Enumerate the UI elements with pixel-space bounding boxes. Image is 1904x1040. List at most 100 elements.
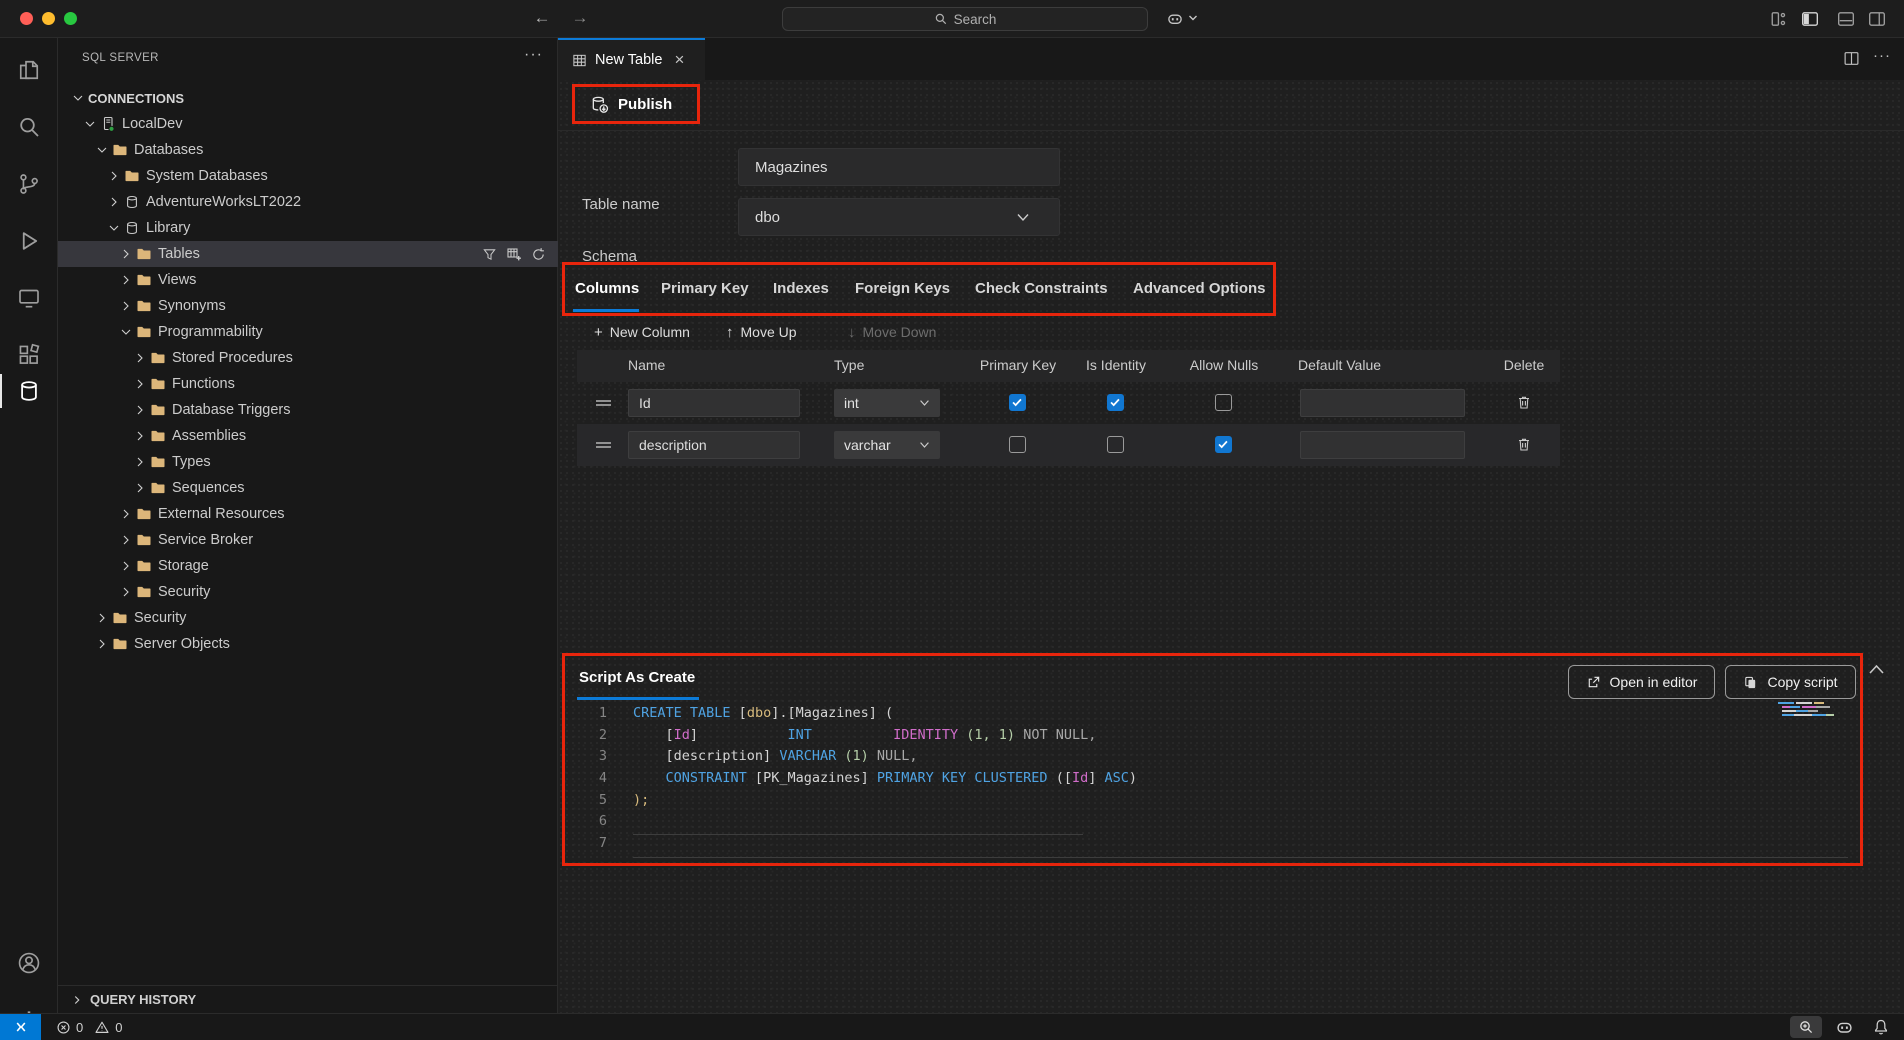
- tab-check-constraints[interactable]: Check Constraints: [975, 280, 1108, 297]
- zoom-status-button[interactable]: [1790, 1016, 1822, 1038]
- chevron-right-icon[interactable]: [104, 168, 124, 184]
- tree-item-external-resources[interactable]: External Resources: [58, 501, 558, 527]
- problems-status[interactable]: 0 0: [56, 1014, 122, 1040]
- tree-item-tables[interactable]: Tables: [58, 241, 558, 267]
- toggle-secondary-sidebar-icon[interactable]: [1868, 10, 1886, 28]
- run-debug-icon[interactable]: [17, 229, 41, 253]
- tree-item-library[interactable]: Library: [58, 215, 558, 241]
- notifications-bell-icon[interactable]: [1872, 1018, 1890, 1036]
- chevron-right-icon[interactable]: [116, 558, 136, 574]
- tab-indexes[interactable]: Indexes: [773, 280, 829, 297]
- toggle-panel-icon[interactable]: [1837, 10, 1855, 28]
- tree-item-server-objects[interactable]: Server Objects: [58, 631, 558, 657]
- close-tab-icon[interactable]: ×: [674, 50, 684, 70]
- tree-item-service-broker[interactable]: Service Broker: [58, 527, 558, 553]
- tree-item-adventureworkslt2022[interactable]: AdventureWorksLT2022: [58, 189, 558, 215]
- chevron-right-icon[interactable]: [130, 350, 150, 366]
- chevron-right-icon[interactable]: [92, 610, 112, 626]
- tree-item-security-database[interactable]: Security: [58, 579, 558, 605]
- chevron-right-icon[interactable]: [116, 246, 136, 262]
- tree-item-system-databases[interactable]: System Databases: [58, 163, 558, 189]
- schema-select[interactable]: dbo: [738, 198, 1060, 236]
- source-control-icon[interactable]: [17, 172, 41, 196]
- chevron-down-icon[interactable]: [68, 90, 88, 106]
- checkbox-primary-key[interactable]: [1009, 436, 1026, 453]
- chevron-right-icon[interactable]: [104, 194, 124, 210]
- tree-item-synonyms[interactable]: Synonyms: [58, 293, 558, 319]
- chevron-right-icon[interactable]: [92, 636, 112, 652]
- tree-item-databases[interactable]: Databases: [58, 137, 558, 163]
- chevron-right-icon[interactable]: [116, 298, 136, 314]
- chevron-right-icon[interactable]: [130, 428, 150, 444]
- tab-primary-key[interactable]: Primary Key: [661, 280, 749, 297]
- refresh-icon[interactable]: [531, 247, 546, 262]
- tree-item-storage[interactable]: Storage: [58, 553, 558, 579]
- checkbox-primary-key[interactable]: [1009, 394, 1026, 411]
- search-view-icon[interactable]: [17, 115, 41, 139]
- move-down-button[interactable]: ↓ Move Down: [848, 320, 936, 344]
- default-value-input[interactable]: [1300, 389, 1465, 417]
- delete-row-icon[interactable]: [1516, 394, 1532, 411]
- account-icon[interactable]: [17, 951, 41, 975]
- minimize-window-button[interactable]: [42, 12, 55, 25]
- column-type-select[interactable]: int: [834, 389, 940, 417]
- customize-layout-icon[interactable]: [1770, 10, 1788, 28]
- close-window-button[interactable]: [20, 12, 33, 25]
- tree-item-security-server[interactable]: Security: [58, 605, 558, 631]
- remote-explorer-icon[interactable]: [17, 286, 41, 310]
- chevron-right-icon[interactable]: [130, 480, 150, 496]
- tree-item-database-triggers[interactable]: Database Triggers: [58, 397, 558, 423]
- chevron-right-icon[interactable]: [130, 402, 150, 418]
- collapse-panel-chevron-icon[interactable]: [1868, 663, 1885, 675]
- sidebar-more-actions-icon[interactable]: ···: [524, 46, 543, 64]
- chevron-down-icon[interactable]: [116, 324, 136, 340]
- drag-handle-icon[interactable]: [595, 439, 612, 451]
- query-history-section[interactable]: QUERY HISTORY: [58, 985, 558, 1013]
- zoom-window-button[interactable]: [64, 12, 77, 25]
- chevron-down-icon[interactable]: [92, 142, 112, 158]
- checkbox-is-identity[interactable]: [1107, 436, 1124, 453]
- split-editor-icon[interactable]: [1843, 50, 1860, 67]
- extensions-icon[interactable]: [17, 343, 41, 367]
- chevron-right-icon[interactable]: [116, 584, 136, 600]
- new-column-button[interactable]: + New Column: [594, 320, 690, 344]
- new-table-icon[interactable]: [506, 246, 522, 262]
- chevron-down-icon[interactable]: [104, 220, 124, 236]
- sql-script-code[interactable]: 1CREATE TABLE [dbo].[Magazines] ( 2 [Id]…: [569, 703, 1137, 855]
- open-in-editor-button[interactable]: Open in editor: [1568, 665, 1715, 699]
- toggle-sidebar-icon[interactable]: [1801, 10, 1819, 28]
- explorer-icon[interactable]: [17, 58, 41, 82]
- copilot-status-icon[interactable]: [1835, 1018, 1854, 1037]
- column-type-select[interactable]: varchar: [834, 431, 940, 459]
- filter-icon[interactable]: [482, 247, 497, 262]
- tree-item-views[interactable]: Views: [58, 267, 558, 293]
- remote-indicator[interactable]: [0, 1014, 41, 1040]
- tree-item-stored-procedures[interactable]: Stored Procedures: [58, 345, 558, 371]
- checkbox-allow-nulls[interactable]: [1215, 436, 1232, 453]
- command-center-search[interactable]: Search: [782, 7, 1148, 31]
- drag-handle-icon[interactable]: [595, 397, 612, 409]
- tree-item-programmability[interactable]: Programmability: [58, 319, 558, 345]
- copilot-chevron-down-icon[interactable]: [1188, 14, 1198, 22]
- chevron-right-icon[interactable]: [116, 532, 136, 548]
- column-name-input[interactable]: [628, 389, 800, 417]
- copilot-icon[interactable]: [1166, 10, 1184, 28]
- tree-item-functions[interactable]: Functions: [58, 371, 558, 397]
- tab-advanced-options[interactable]: Advanced Options: [1133, 280, 1266, 297]
- checkbox-allow-nulls[interactable]: [1215, 394, 1232, 411]
- tree-item-connections[interactable]: CONNECTIONS: [58, 85, 558, 111]
- tree-item-types[interactable]: Types: [58, 449, 558, 475]
- chevron-right-icon[interactable]: [116, 506, 136, 522]
- tab-foreign-keys[interactable]: Foreign Keys: [855, 280, 950, 297]
- copy-script-button[interactable]: Copy script: [1725, 665, 1856, 699]
- default-value-input[interactable]: [1300, 431, 1465, 459]
- editor-more-actions-icon[interactable]: ···: [1873, 47, 1891, 64]
- chevron-right-icon[interactable]: [130, 454, 150, 470]
- column-name-input[interactable]: [628, 431, 800, 459]
- chevron-down-icon[interactable]: [80, 116, 100, 132]
- publish-button[interactable]: Publish: [618, 96, 672, 113]
- tab-columns[interactable]: Columns: [575, 280, 639, 297]
- tree-item-localdev[interactable]: LocalDev: [58, 111, 558, 137]
- chevron-right-icon[interactable]: [116, 272, 136, 288]
- table-name-input[interactable]: [738, 148, 1060, 186]
